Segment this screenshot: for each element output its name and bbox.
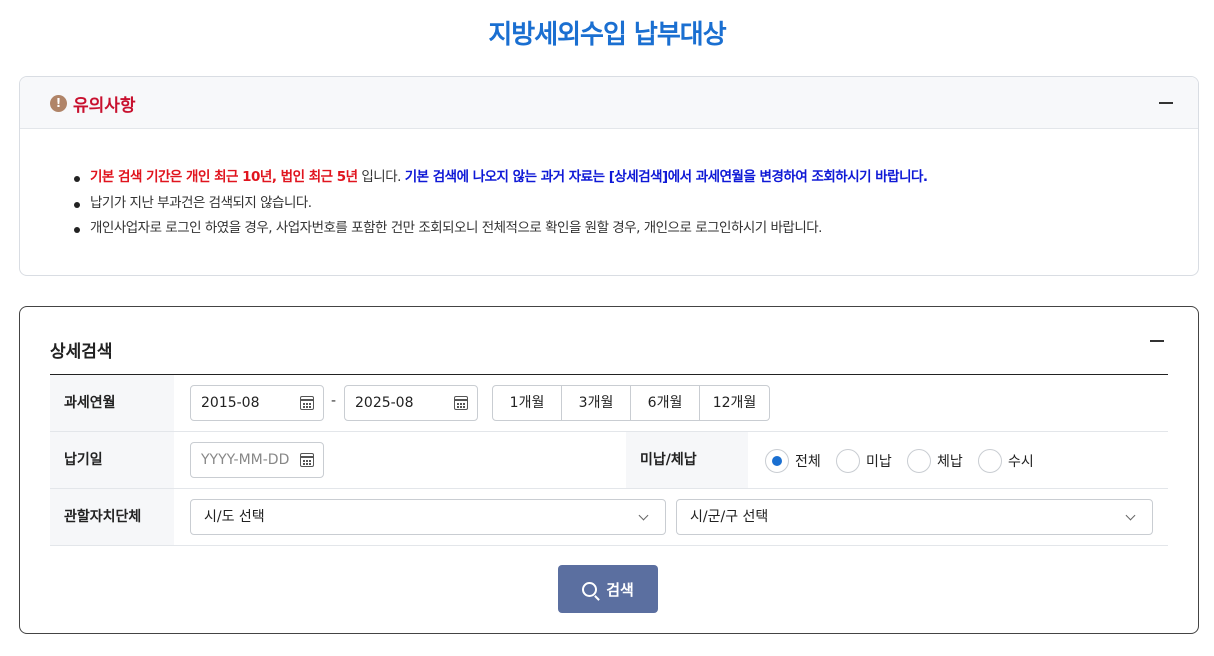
status-radio-unpaid[interactable]: 미납: [836, 449, 892, 473]
tax-month-row: 과세연월 2015-08 - 2025-08 1개월 3개월 6개월 12개월: [50, 375, 1168, 432]
due-date-input[interactable]: YYYY-MM-DD: [190, 442, 324, 478]
collapse-icon[interactable]: [1150, 340, 1164, 342]
calendar-icon[interactable]: [300, 396, 314, 410]
period-1-month-button[interactable]: 1개월: [493, 386, 562, 420]
notice-item: 기본 검색 기간은 개인 최근 10년, 법인 최근 5년 입니다. 기본 검색…: [74, 165, 1198, 191]
sigungu-select[interactable]: 시/군/구 선택: [676, 499, 1153, 535]
search-title: 상세검색: [50, 342, 113, 362]
notice-mid-text: 입니다.: [357, 169, 405, 185]
detail-search-panel: 상세검색 과세연월 2015-08 - 2025-08 1개월 3개월 6개월 …: [19, 306, 1199, 634]
calendar-icon[interactable]: [300, 453, 314, 467]
jurisdiction-row: 관할자치단체 시/도 선택 시/군/구 선택: [50, 489, 1168, 546]
tax-month-from-value: 2015-08: [201, 395, 260, 411]
radio-label: 체납: [937, 454, 963, 470]
radio-label: 전체: [795, 454, 821, 470]
radio-label: 수시: [1008, 454, 1034, 470]
tax-month-label: 과세연월: [50, 375, 174, 431]
exclamation-icon: !: [50, 95, 67, 112]
collapse-icon[interactable]: [1159, 102, 1173, 104]
period-6-month-button[interactable]: 6개월: [631, 386, 700, 420]
period-3-month-button[interactable]: 3개월: [562, 386, 631, 420]
tax-month-to-input[interactable]: 2025-08: [344, 385, 478, 421]
page-title: 지방세외수입 납부대상: [488, 20, 726, 50]
status-radio-occasional[interactable]: 수시: [978, 449, 1034, 473]
tax-month-to-value: 2025-08: [355, 395, 414, 411]
due-date-row: 납기일 YYYY-MM-DD 미납/체납 전체 미납 체납 수시: [50, 432, 1168, 489]
notice-title: 유의사항: [73, 96, 136, 116]
status-radio-all[interactable]: 전체: [765, 449, 821, 473]
due-date-placeholder: YYYY-MM-DD: [201, 452, 290, 468]
notice-item: 개인사업자로 로그인 하였을 경우, 사업자번호를 포함한 건만 조회되오니 전…: [74, 216, 1198, 242]
period-12-month-button[interactable]: 12개월: [700, 386, 769, 420]
radio-icon[interactable]: [836, 449, 860, 473]
radio-icon[interactable]: [907, 449, 931, 473]
search-form: 과세연월 2015-08 - 2025-08 1개월 3개월 6개월 12개월 …: [50, 374, 1168, 546]
notice-panel: ! 유의사항 기본 검색 기간은 개인 최근 10년, 법인 최근 5년 입니다…: [19, 76, 1199, 276]
radio-label: 미납: [866, 454, 892, 470]
period-button-group: 1개월 3개월 6개월 12개월: [492, 385, 770, 421]
chevron-down-icon: [638, 510, 649, 521]
notice-item: 납기가 지난 부과건은 검색되지 않습니다.: [74, 191, 1198, 217]
sido-select-value: 시/도 선택: [204, 509, 265, 525]
search-icon: [582, 581, 598, 597]
calendar-icon[interactable]: [454, 396, 468, 410]
status-label: 미납/체납: [626, 432, 748, 488]
status-radio-overdue[interactable]: 체납: [907, 449, 963, 473]
sido-select[interactable]: 시/도 선택: [190, 499, 666, 535]
search-button-label: 검색: [606, 580, 634, 599]
notice-header[interactable]: ! 유의사항: [20, 77, 1198, 129]
radio-icon[interactable]: [978, 449, 1002, 473]
radio-checked-icon[interactable]: [765, 449, 789, 473]
chevron-down-icon: [1125, 510, 1136, 521]
due-date-label: 납기일: [50, 432, 174, 488]
notice-body: 기본 검색 기간은 개인 최근 10년, 법인 최근 5년 입니다. 기본 검색…: [20, 129, 1198, 242]
notice-period-text: 기본 검색 기간은 개인 최근 10년, 법인 최근 5년: [90, 169, 358, 185]
tax-month-from-input[interactable]: 2015-08: [190, 385, 324, 421]
notice-detail-text: 기본 검색에 나오지 않는 과거 자료는 [상세검색]에서 과세연월을 변경하여…: [404, 169, 928, 185]
jurisdiction-label: 관할자치단체: [50, 489, 174, 545]
sigungu-select-value: 시/군/구 선택: [690, 509, 769, 525]
search-button[interactable]: 검색: [558, 565, 658, 613]
range-separator: -: [331, 393, 337, 409]
